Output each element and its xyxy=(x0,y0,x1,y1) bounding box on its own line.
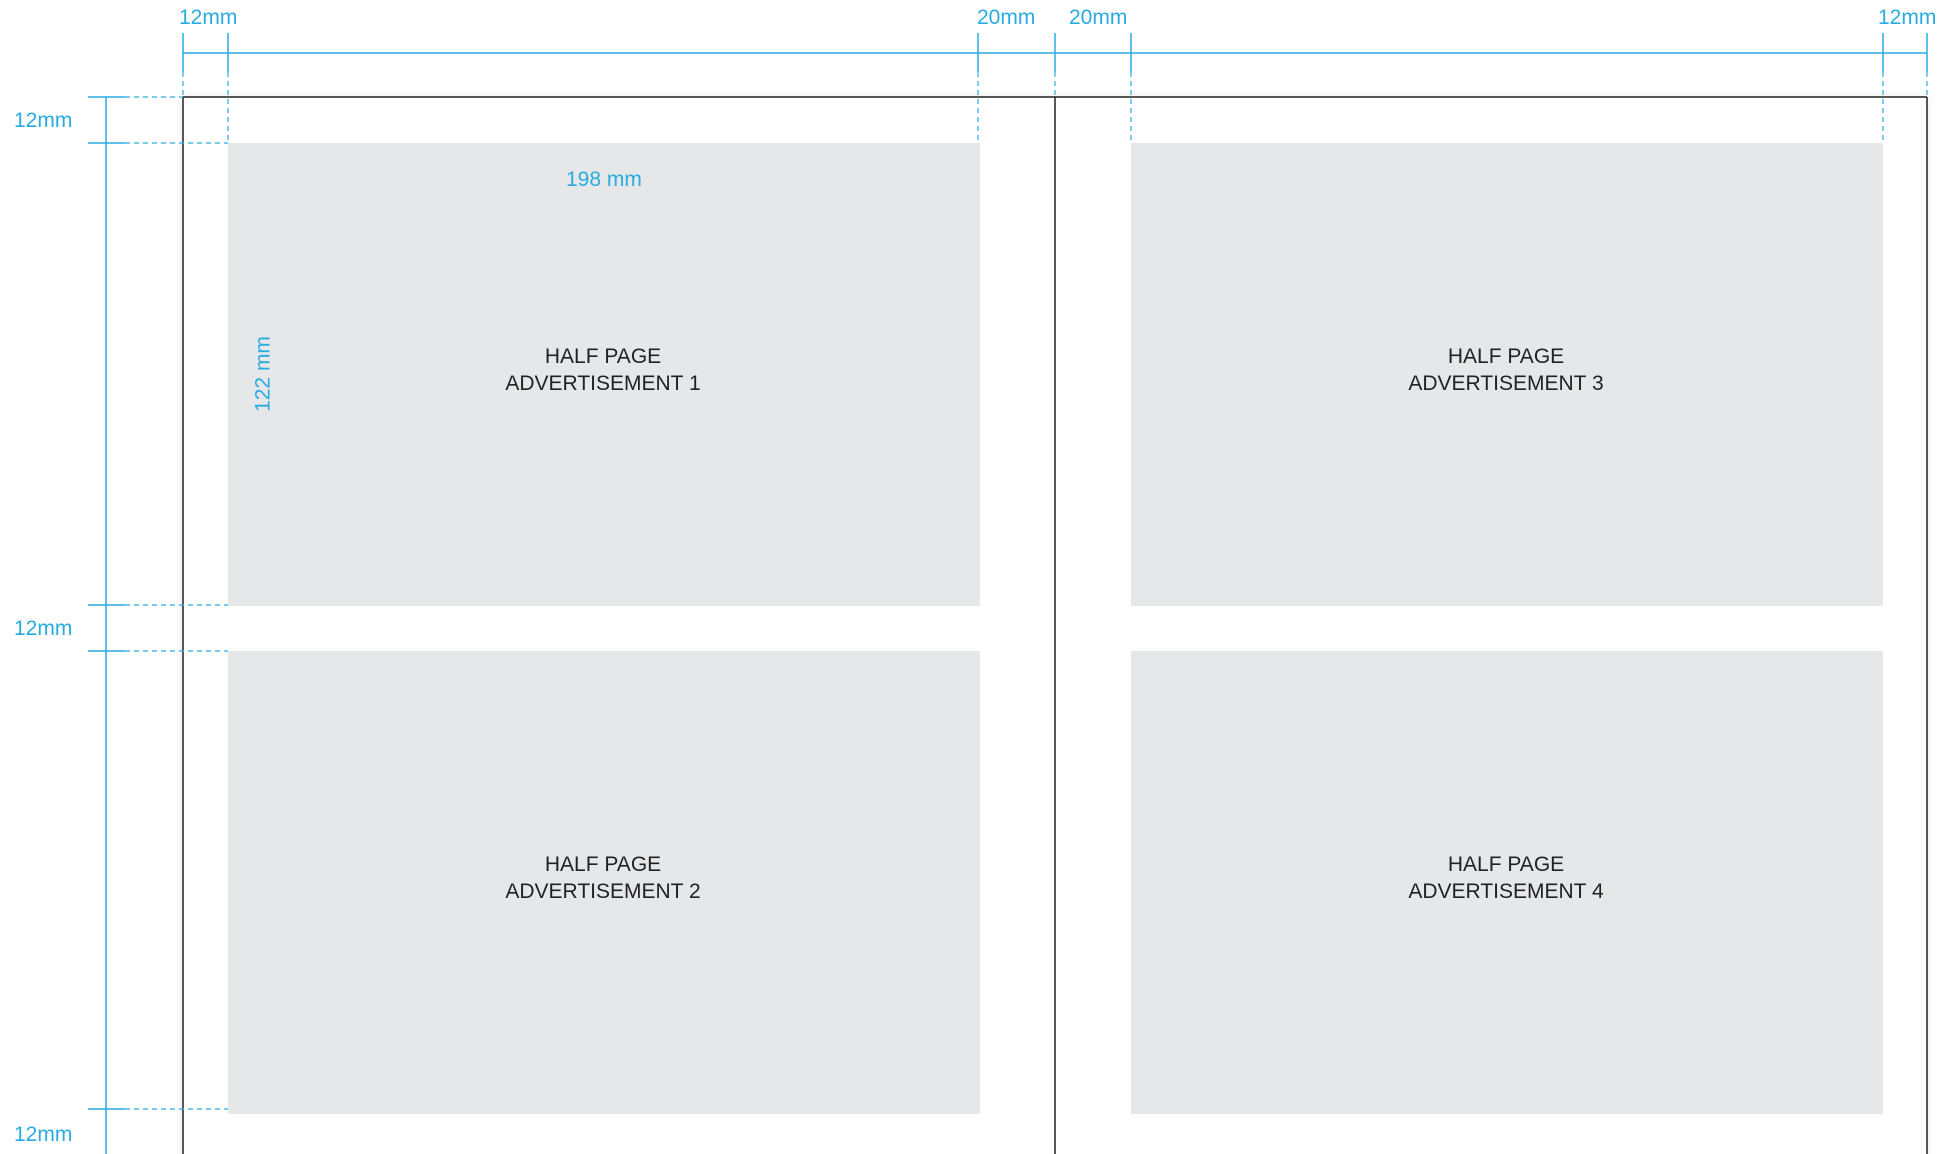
ad-2-line1: HALF PAGE xyxy=(544,853,662,876)
top-gutter-right-label: 20mm xyxy=(1069,6,1128,29)
ad-4-line2: ADVERTISEMENT 4 xyxy=(1408,880,1604,903)
top-right-margin-label: 12mm xyxy=(1878,6,1937,29)
layout-svg xyxy=(88,33,1928,1154)
ad-label-2: HALF PAGE ADVERTISEMENT 2 xyxy=(505,851,700,905)
ad-1-line2: ADVERTISEMENT 1 xyxy=(505,372,701,395)
ad-1-line1: HALF PAGE xyxy=(544,345,662,368)
top-dimension-guides xyxy=(182,33,1928,72)
side-middle-gap-label: 12mm xyxy=(14,617,73,640)
ad-2-line2: ADVERTISEMENT 2 xyxy=(505,880,701,903)
side-top-margin-label: 12mm xyxy=(14,109,73,132)
layout-diagram: 12mm 20mm 20mm 12mm 12mm 12mm 12mm 198 m… xyxy=(0,0,1954,1154)
ad-3-line1: HALF PAGE xyxy=(1447,345,1565,368)
ad-4-line1: HALF PAGE xyxy=(1447,853,1565,876)
ad-label-3: HALF PAGE ADVERTISEMENT 3 xyxy=(1408,343,1603,397)
side-bottom-margin-label: 12mm xyxy=(14,1123,73,1146)
ad-label-1: HALF PAGE ADVERTISEMENT 1 xyxy=(505,343,700,397)
ad-3-line2: ADVERTISEMENT 3 xyxy=(1408,372,1604,395)
left-dimension-guides xyxy=(88,96,125,1154)
top-gutter-left-label: 20mm xyxy=(977,6,1036,29)
ad-height-label: 122 mm xyxy=(251,336,275,412)
top-left-margin-label: 12mm xyxy=(179,6,238,29)
ad-width-label: 198 mm xyxy=(566,168,642,191)
ad-label-4: HALF PAGE ADVERTISEMENT 4 xyxy=(1408,851,1603,905)
